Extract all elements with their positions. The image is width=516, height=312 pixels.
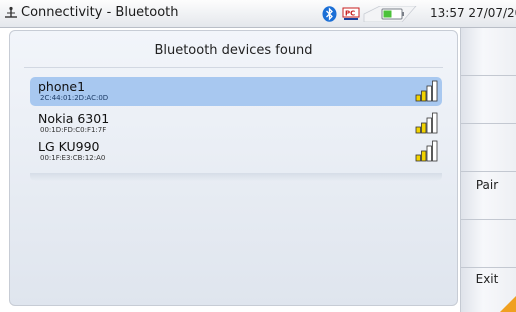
device-name: Nokia 6301 xyxy=(38,111,110,126)
panel-divider xyxy=(24,67,443,68)
pair-button[interactable]: Pair xyxy=(461,172,516,220)
corner-accent-icon xyxy=(500,296,516,312)
softkey-1[interactable] xyxy=(461,28,516,76)
devices-panel: Bluetooth devices found phone1 2C:44:01:… xyxy=(9,30,458,306)
pair-button-label: Pair xyxy=(475,178,499,192)
title-bar: Connectivity - Bluetooth PC 13:57 27/07/… xyxy=(0,0,516,28)
title-group: Connectivity - Bluetooth xyxy=(4,5,179,20)
exit-button-label: Exit xyxy=(475,272,499,286)
device-list: phone1 2C:44:01:2D:AC:0D Nokia 6301 00:1… xyxy=(30,77,442,173)
softkey-bar: Pair Exit xyxy=(460,28,516,312)
softkey-2[interactable] xyxy=(461,76,516,124)
window-title: Connectivity - Bluetooth xyxy=(21,5,179,20)
pc-connection-icon: PC xyxy=(342,7,360,20)
date-text: 27/07/2012 xyxy=(468,6,516,20)
device-mac: 00:1D:FD:C0:F1:7F xyxy=(40,126,107,134)
device-name: phone1 xyxy=(38,79,86,94)
time-text: 13:57 xyxy=(430,6,465,20)
signal-strength-icon xyxy=(415,140,438,162)
device-mac: 00:1F:E3:CB:12:A0 xyxy=(40,154,106,162)
list-shadow xyxy=(30,173,442,181)
bluetooth-icon xyxy=(322,6,337,22)
signal-strength-icon xyxy=(415,80,438,102)
clock: 13:57 27/07/2012 xyxy=(430,6,516,20)
svg-text:PC: PC xyxy=(345,10,355,18)
device-row-phone1[interactable]: phone1 2C:44:01:2D:AC:0D xyxy=(30,77,442,106)
status-icons: PC xyxy=(322,6,418,22)
battery-icon xyxy=(363,6,417,22)
device-mac: 2C:44:01:2D:AC:0D xyxy=(40,94,109,102)
signal-strength-icon xyxy=(415,112,438,134)
panel-title: Bluetooth devices found xyxy=(154,43,313,58)
device-row-lg-ku990[interactable]: LG KU990 00:1F:E3:CB:12:A0 xyxy=(30,137,442,166)
device-name: LG KU990 xyxy=(38,139,100,154)
softkey-5[interactable] xyxy=(461,220,516,268)
connectivity-icon xyxy=(5,6,17,18)
device-row-nokia-6301[interactable]: Nokia 6301 00:1D:FD:C0:F1:7F xyxy=(30,109,442,138)
softkey-3[interactable] xyxy=(461,124,516,172)
